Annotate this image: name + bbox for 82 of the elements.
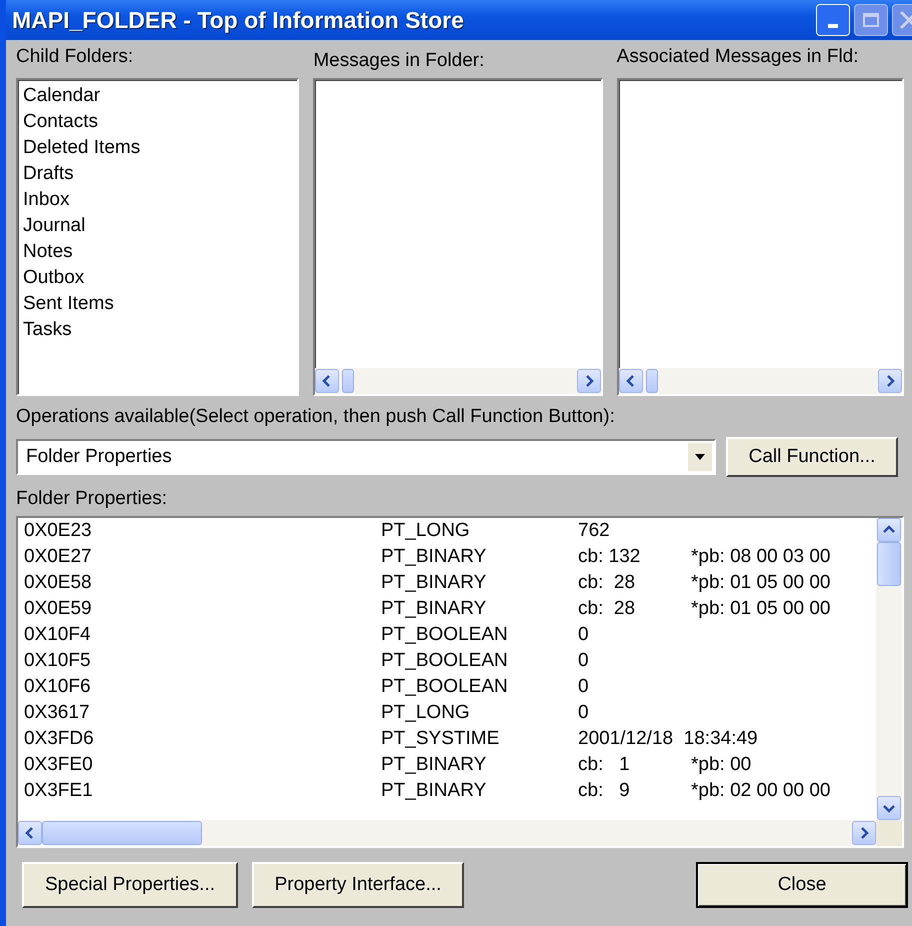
property-data: *pb: 00	[691, 753, 752, 777]
property-data: *pb: 02 00 00 00	[691, 779, 830, 803]
operation-dropdown[interactable]: Folder Properties	[16, 439, 716, 475]
scroll-right-icon[interactable]	[878, 369, 902, 393]
horizontal-scrollbar[interactable]	[315, 368, 601, 394]
property-tag: 0X0E59	[24, 596, 381, 622]
minimize-button[interactable]	[816, 4, 850, 36]
property-tag: 0X10F5	[24, 648, 381, 674]
property-type: PT_BINARY	[381, 571, 488, 595]
property-tag: 0X3FE1	[24, 778, 381, 804]
folder-item[interactable]: Journal	[23, 213, 292, 239]
scroll-right-icon[interactable]	[852, 821, 876, 845]
property-value: cb: 28	[578, 597, 636, 621]
scroll-thumb[interactable]	[646, 369, 658, 393]
scroll-thumb[interactable]	[42, 821, 202, 845]
property-value: cb: 1	[578, 753, 631, 777]
property-type: PT_SYSTIME	[381, 727, 500, 751]
property-type: PT_BINARY	[381, 597, 488, 621]
list-label: Associated Messages in Fld:	[616, 45, 860, 69]
property-value: 0	[578, 701, 590, 725]
property-tag: 0X3FE0	[24, 752, 381, 778]
maximize-button[interactable]	[854, 4, 888, 36]
folder-item[interactable]: Deleted Items	[23, 135, 292, 161]
folder-item[interactable]: Notes	[23, 239, 292, 265]
property-type: PT_BINARY	[381, 753, 488, 777]
associated-message-list[interactable]	[616, 78, 904, 396]
property-type: PT_BOOLEAN	[381, 649, 509, 673]
property-value: 0	[578, 649, 590, 673]
call-function-button[interactable]: Call Function...	[726, 437, 898, 477]
dialog-button[interactable]: Special Properties...	[22, 862, 238, 908]
scroll-down-icon[interactable]	[877, 796, 901, 820]
scroll-left-icon[interactable]	[315, 369, 340, 393]
folder-item[interactable]: Sent Items	[23, 291, 292, 317]
scroll-right-icon[interactable]	[576, 369, 601, 393]
property-value: 762	[578, 519, 611, 543]
property-tag: 0X10F6	[24, 674, 381, 700]
property-value: 0	[578, 675, 590, 699]
property-type: PT_LONG	[381, 701, 471, 725]
dialog-button[interactable]: Close	[696, 862, 908, 908]
property-value: 0	[578, 623, 590, 647]
folder-item[interactable]: Outbox	[23, 265, 292, 291]
horizontal-scrollbar[interactable]	[18, 820, 902, 846]
property-tag: 0X10F4	[24, 622, 381, 648]
property-tag: 0X0E58	[24, 570, 381, 596]
horizontal-scrollbar[interactable]	[618, 368, 902, 394]
properties-label: Folder Properties:	[16, 487, 168, 511]
dialog-button[interactable]: Property Interface...	[252, 862, 464, 908]
message-list[interactable]	[313, 78, 603, 396]
property-tag: 0X0E23	[24, 518, 381, 544]
property-type: PT_BINARY	[381, 545, 488, 569]
folder-item[interactable]: Drafts	[23, 161, 292, 187]
scrollbar-corner	[876, 820, 902, 846]
property-value: 2001/12/18 18:34:49	[578, 727, 758, 751]
property-type: PT_BINARY	[381, 779, 488, 803]
folder-item[interactable]: Contacts	[23, 109, 292, 135]
window-title: MAPI_FOLDER - Top of Information Store	[12, 6, 465, 34]
property-value: cb: 132	[578, 545, 642, 569]
property-value: cb: 9	[578, 779, 631, 803]
vertical-scrollbar[interactable]	[876, 518, 902, 820]
folder-item[interactable]: Tasks	[23, 317, 292, 343]
properties-list[interactable]	[16, 516, 904, 848]
property-type: PT_BOOLEAN	[381, 623, 509, 647]
scroll-thumb[interactable]	[877, 542, 901, 586]
property-value: cb: 28	[578, 571, 636, 595]
folder-list[interactable]: Calendar Contacts Deleted Items Drafts Inbox Journal Notes Outbox Sent Items Tasks	[16, 78, 300, 396]
property-tag: 0X3617	[24, 700, 381, 726]
list-label: Messages in Folder:	[313, 49, 486, 73]
scroll-up-icon[interactable]	[877, 518, 901, 542]
property-tag: 0X0E27	[24, 544, 381, 570]
folder-item[interactable]: Calendar	[23, 83, 292, 109]
scroll-thumb[interactable]	[342, 369, 354, 393]
property-tag: 0X3FD6	[24, 726, 381, 752]
property-type: PT_LONG	[381, 519, 471, 543]
property-data: *pb: 08 00 03 00	[691, 545, 830, 569]
scroll-left-icon[interactable]	[18, 821, 42, 845]
list-label: Child Folders:	[16, 45, 134, 69]
operations-label: Operations available(Select operation, then push Call Function Button):	[16, 405, 616, 429]
folder-item[interactable]: Inbox	[23, 187, 292, 213]
property-data: *pb: 01 05 00 00	[691, 571, 830, 595]
scroll-left-icon[interactable]	[618, 369, 643, 393]
property-data: *pb: 01 05 00 00	[691, 597, 830, 621]
property-type: PT_BOOLEAN	[381, 675, 509, 699]
